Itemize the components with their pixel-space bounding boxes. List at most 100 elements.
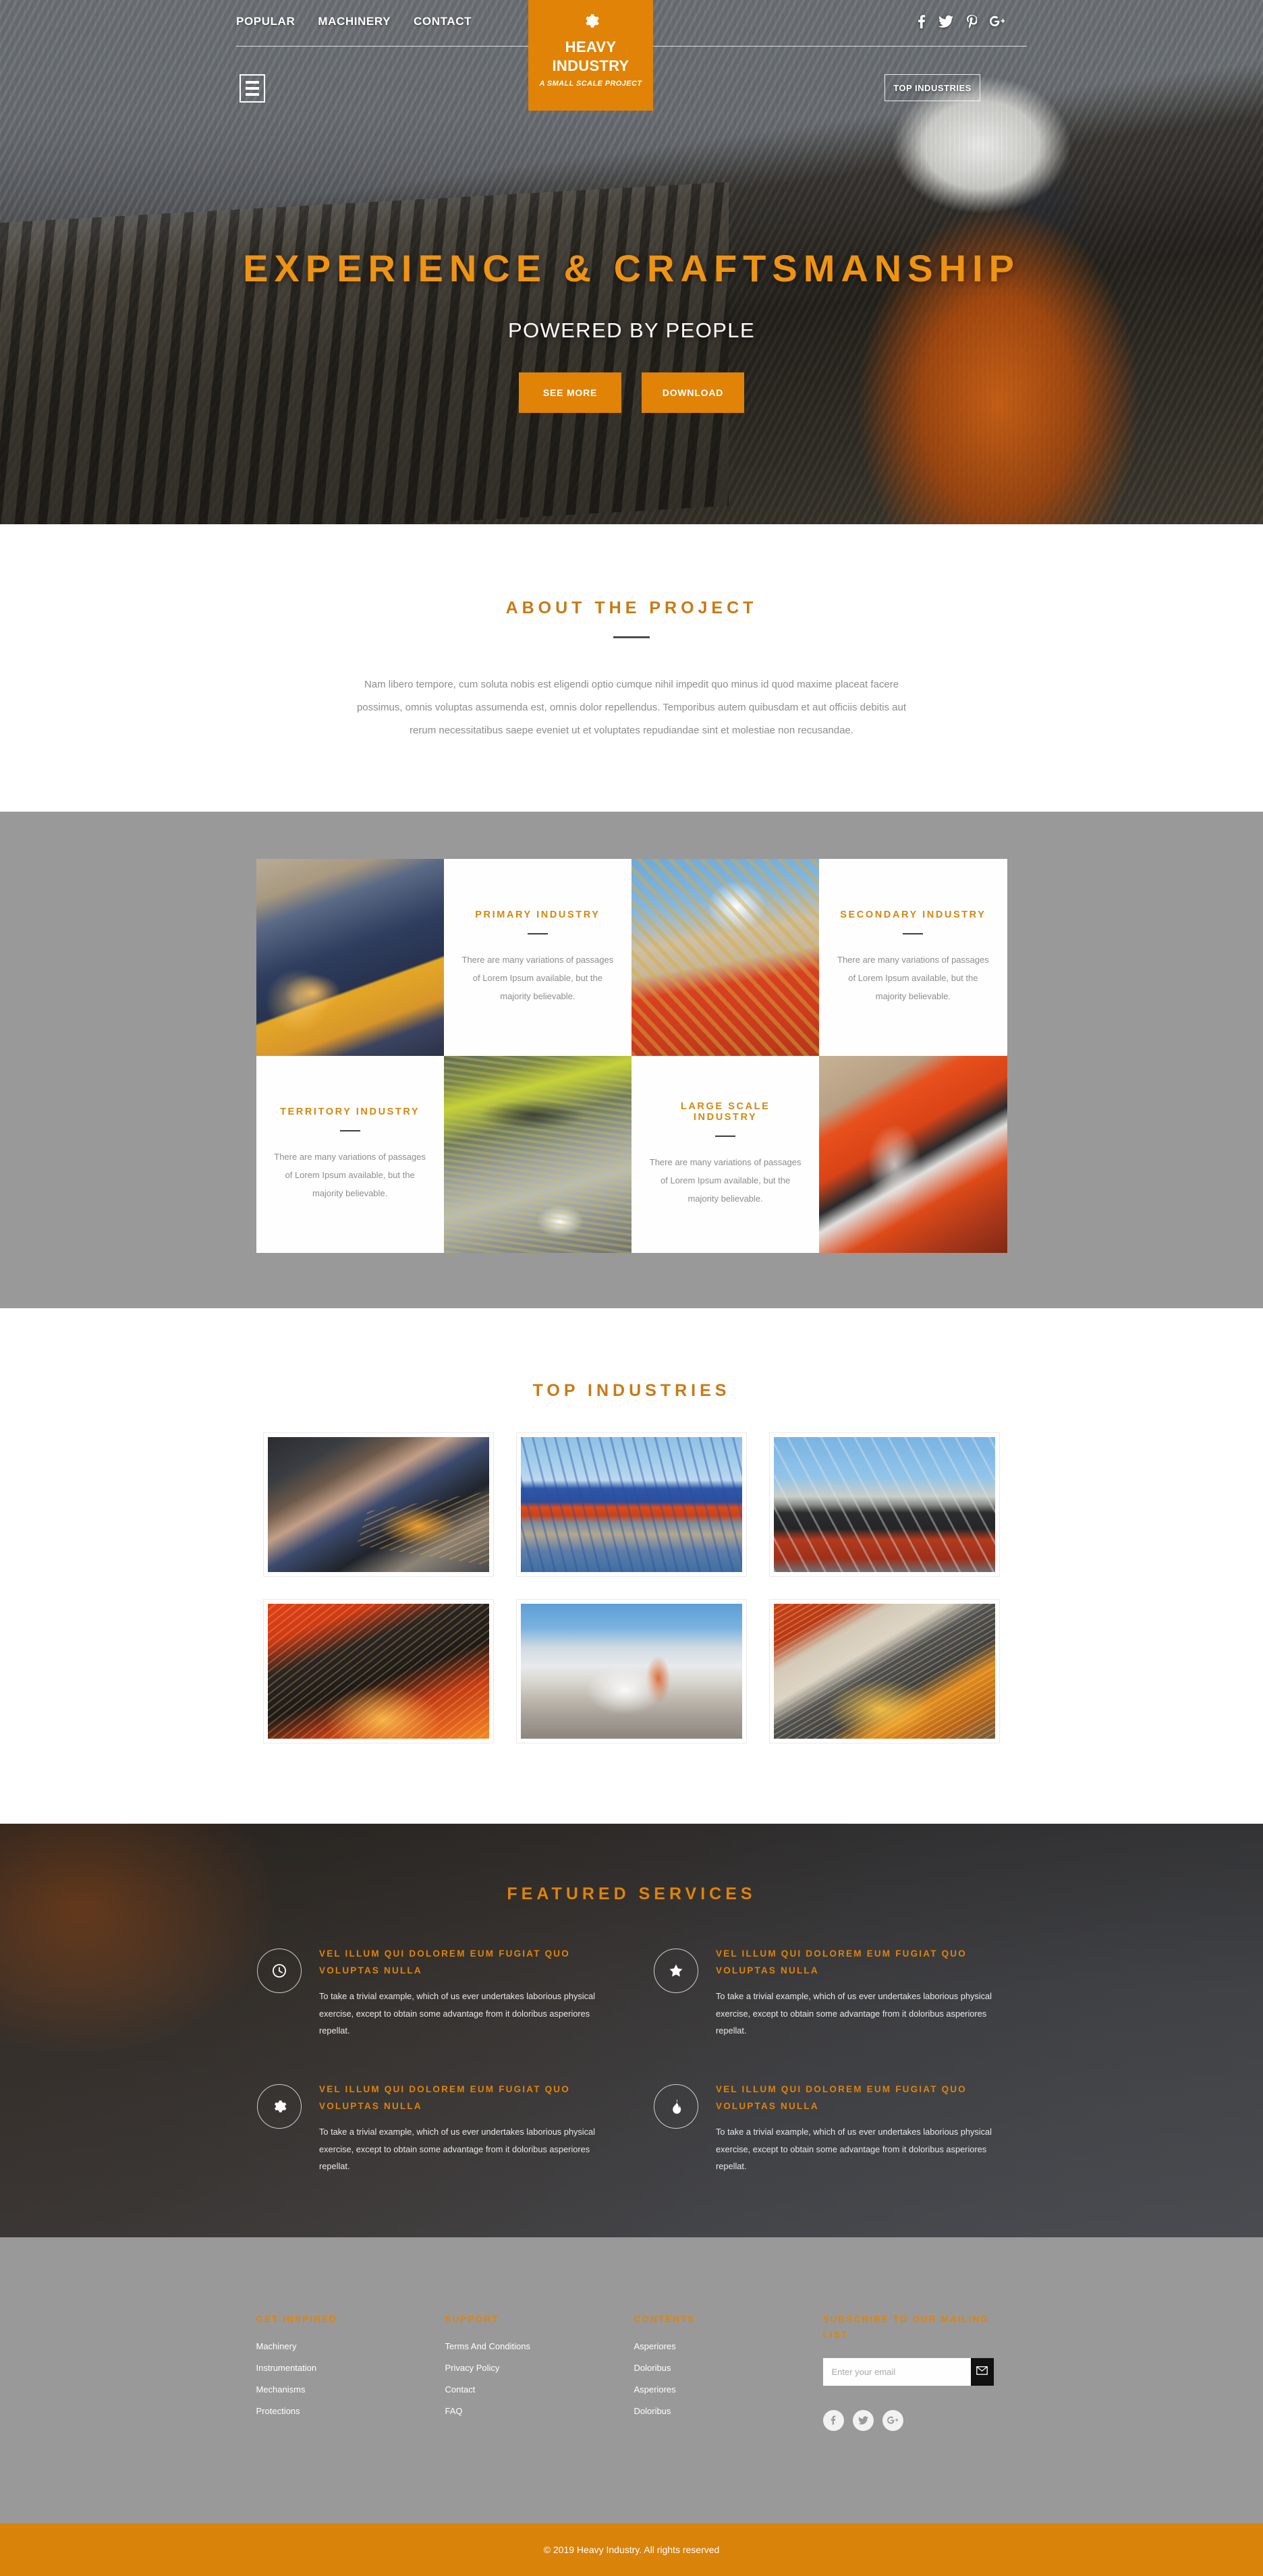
twitter-icon[interactable] xyxy=(852,2409,874,2431)
industry-card-primary[interactable]: PRIMARY INDUSTRY There are many variatio… xyxy=(443,859,632,1057)
header-social-links[interactable] xyxy=(918,15,1005,28)
hamburger-bar xyxy=(246,81,259,84)
top-industries-section: TOP INDUSTRIES xyxy=(0,1308,1263,1824)
footer-column-heading: GET INSPIRED xyxy=(256,2314,337,2324)
industry-image-territory[interactable] xyxy=(443,1056,632,1254)
hero-actions: SEE MORE DOWNLOAD xyxy=(0,372,1263,413)
footer-link-instrumentation[interactable]: Instrumentation xyxy=(256,2363,445,2372)
footer-link-asperiores-1[interactable]: Asperiores xyxy=(634,2342,823,2351)
footer-column-heading: SUPPORT xyxy=(445,2314,499,2324)
footer-link-terms[interactable]: Terms And Conditions xyxy=(445,2342,634,2351)
footer-social-links[interactable] xyxy=(822,2409,1007,2444)
featured-services-title: FEATURED SERVICES xyxy=(507,1884,756,1904)
featured-service-title: VEL ILLUM QUI DOLOREM EUM FUGIAT QUO VOL… xyxy=(319,2083,570,2111)
nav-item-popular[interactable]: POPULAR xyxy=(236,15,295,28)
subscribe-form[interactable] xyxy=(822,2357,994,2386)
card-underline xyxy=(527,933,548,935)
copyright-text: © 2019 Heavy Industry. All rights reserv… xyxy=(543,2544,720,2555)
gallery-item[interactable] xyxy=(770,1433,999,1577)
industry-title: PRIMARY INDUSTRY xyxy=(475,909,600,921)
footer-link-doloribus-1[interactable]: Doloribus xyxy=(634,2363,823,2372)
featured-service-title: VEL ILLUM QUI DOLOREM EUM FUGIAT QUO VOL… xyxy=(716,1949,967,1976)
footer-link-faq[interactable]: FAQ xyxy=(445,2407,634,2415)
industry-body: There are many variations of passages of… xyxy=(274,1152,426,1198)
about-body: Nam libero tempore, cum soluta nobis est… xyxy=(356,679,907,736)
card-underline xyxy=(715,1136,736,1138)
see-more-button[interactable]: SEE MORE xyxy=(519,372,621,413)
gallery-item[interactable] xyxy=(517,1433,746,1577)
hero-title: EXPERIENCE & CRAFTSMANSHIP xyxy=(243,247,1020,289)
googleplus-icon[interactable] xyxy=(882,2409,903,2431)
logo-tagline: A SMALL SCALE PROJECT xyxy=(539,80,642,88)
gear-icon xyxy=(582,12,600,33)
port-container-cranes-photo xyxy=(521,1437,742,1573)
industries-grid: PRIMARY INDUSTRY There are many variatio… xyxy=(256,859,1007,1254)
industry-image-large-scale[interactable] xyxy=(819,1056,1007,1254)
pinterest-icon[interactable] xyxy=(966,15,977,28)
hamburger-bar xyxy=(246,93,259,96)
logo-line-2: INDUSTRY xyxy=(552,57,629,74)
facebook-icon[interactable] xyxy=(918,15,926,28)
angle-grinder-worker-photo xyxy=(268,1437,489,1573)
about-title: ABOUT THE PROJECT xyxy=(505,598,758,617)
twitter-icon[interactable] xyxy=(938,16,953,28)
industry-body: There are many variations of passages of… xyxy=(461,955,614,1001)
copyright-bar: © 2019 Heavy Industry. All rights reserv… xyxy=(0,2523,1263,2576)
footer-link-machinery[interactable]: Machinery xyxy=(256,2342,445,2351)
logo-line-1: HEAVY xyxy=(565,38,617,55)
about-section: ABOUT THE PROJECT Nam libero tempore, cu… xyxy=(0,524,1263,812)
industry-image-secondary[interactable] xyxy=(632,859,820,1057)
featured-service-item[interactable]: VEL ILLUM QUI DOLOREM EUM FUGIAT QUO VOL… xyxy=(654,2081,1006,2175)
footer-link-contact[interactable]: Contact xyxy=(445,2385,634,2394)
gear-icon xyxy=(257,2083,302,2129)
featured-service-title: VEL ILLUM QUI DOLOREM EUM FUGIAT QUO VOL… xyxy=(716,2083,967,2111)
site-logo[interactable]: HEAVY INDUSTRY A SMALL SCALE PROJECT xyxy=(528,0,653,111)
top-industries-title: TOP INDUSTRIES xyxy=(532,1381,731,1401)
footer-link-mechanisms[interactable]: Mechanisms xyxy=(256,2385,445,2394)
gallery-item[interactable] xyxy=(770,1600,999,1743)
flame-icon xyxy=(654,2083,698,2129)
footer-column-support: SUPPORT Terms And Conditions Privacy Pol… xyxy=(445,2312,634,2444)
gallery-item[interactable] xyxy=(264,1433,493,1577)
nav-item-machinery[interactable]: MACHINERY xyxy=(318,15,391,28)
welder-blue-mask-photo xyxy=(256,859,444,1057)
gallery-item[interactable] xyxy=(264,1600,493,1743)
footer-column-contents: CONTENTS Asperiores Doloribus Asperiores… xyxy=(634,2312,823,2444)
featured-services-grid: VEL ILLUM QUI DOLOREM EUM FUGIAT QUO VOL… xyxy=(257,1946,1006,2175)
hamburger-icon[interactable] xyxy=(240,74,265,103)
facebook-icon[interactable] xyxy=(822,2409,844,2431)
industry-card-secondary[interactable]: SECONDARY INDUSTRY There are many variat… xyxy=(819,859,1007,1057)
footer-link-protections[interactable]: Protections xyxy=(256,2407,445,2415)
top-industries-gallery xyxy=(264,1433,999,1743)
orange-clamp-photo xyxy=(819,1056,1007,1254)
red-lit-welder-photo xyxy=(268,1604,489,1739)
industry-title: SECONDARY INDUSTRY xyxy=(840,909,986,921)
footer-link-doloribus-2[interactable]: Doloribus xyxy=(634,2407,823,2415)
featured-service-body: To take a trivial example, which of us e… xyxy=(319,2126,595,2172)
googleplus-icon[interactable] xyxy=(990,16,1005,28)
industry-body: There are many variations of passages of… xyxy=(837,955,989,1001)
subscribe-heading: SUBSCRIBE TO OUR MAILING LIST xyxy=(822,2314,990,2341)
featured-service-item[interactable]: VEL ILLUM QUI DOLOREM EUM FUGIAT QUO VOL… xyxy=(257,2081,609,2175)
industry-title: LARGE SCALE INDUSTRY xyxy=(680,1101,770,1123)
top-industries-button[interactable]: TOP INDUSTRIES xyxy=(885,74,980,101)
download-button[interactable]: DOWNLOAD xyxy=(642,372,744,413)
industry-card-territory[interactable]: TERRITORY INDUSTRY There are many variat… xyxy=(256,1056,444,1254)
featured-service-item[interactable]: VEL ILLUM QUI DOLOREM EUM FUGIAT QUO VOL… xyxy=(654,1946,1006,2040)
subscribe-email-input[interactable] xyxy=(822,2366,971,2377)
featured-services-section: FEATURED SERVICES VEL ILLUM QUI DOLOREM … xyxy=(0,1824,1263,2237)
industry-image-primary[interactable] xyxy=(256,859,444,1057)
site-footer: GET INSPIRED Machinery Instrumentation M… xyxy=(0,2237,1263,2523)
industry-card-large-scale[interactable]: LARGE SCALE INDUSTRY There are many vari… xyxy=(632,1056,820,1254)
footer-link-privacy[interactable]: Privacy Policy xyxy=(445,2363,634,2372)
hero-section: POPULAR MACHINERY CONTACT HEAVY INDUSTRY… xyxy=(0,0,1263,524)
subscribe-submit-button[interactable] xyxy=(970,2357,994,2386)
primary-navigation[interactable]: POPULAR MACHINERY CONTACT xyxy=(236,15,472,28)
featured-service-item[interactable]: VEL ILLUM QUI DOLOREM EUM FUGIAT QUO VOL… xyxy=(257,1946,609,2040)
gallery-item[interactable] xyxy=(517,1600,746,1743)
star-icon xyxy=(654,1949,698,1994)
nav-item-contact[interactable]: CONTACT xyxy=(414,15,472,28)
card-underline xyxy=(903,933,924,935)
cutting-sparks-photo xyxy=(774,1604,995,1739)
footer-link-asperiores-2[interactable]: Asperiores xyxy=(634,2385,823,2394)
